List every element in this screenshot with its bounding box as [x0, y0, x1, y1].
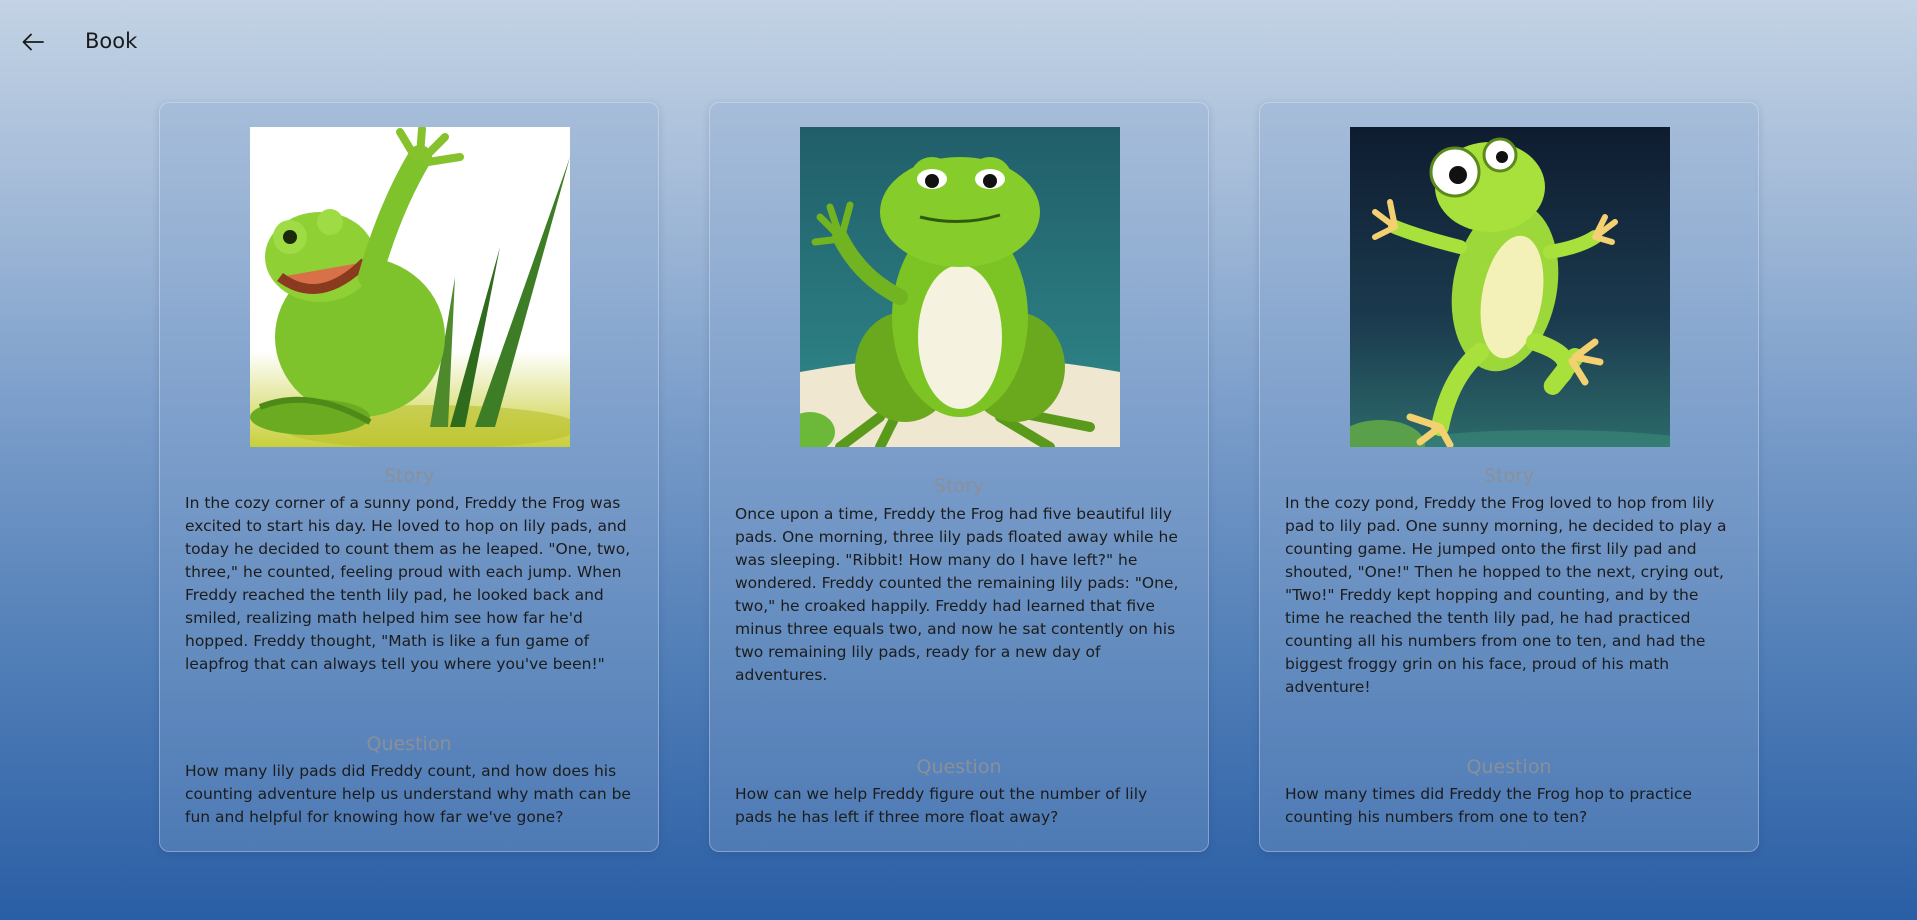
story-card-1: Story In the cozy corner of a sunny pond… — [159, 102, 659, 852]
question-heading: Question — [916, 756, 1002, 778]
question-text: How many lily pads did Freddy count, and… — [185, 762, 631, 826]
back-button[interactable] — [14, 26, 52, 58]
story-card-3: Story In the cozy pond, Freddy the Frog … — [1259, 102, 1759, 852]
question-heading: Question — [1466, 756, 1552, 778]
story-text: Once upon a time, Freddy the Frog had fi… — [735, 505, 1179, 684]
story-heading: Story — [383, 465, 435, 487]
story-text: In the cozy pond, Freddy the Frog loved … — [1285, 494, 1727, 696]
story-text: In the cozy corner of a sunny pond, Fred… — [185, 494, 631, 673]
question-heading: Question — [366, 733, 452, 755]
story-image-3 — [1350, 127, 1670, 447]
frog-sitting-illustration — [800, 127, 1120, 447]
question-text: How can we help Freddy figure out the nu… — [735, 785, 1148, 826]
question-text: How many times did Freddy the Frog hop t… — [1285, 785, 1692, 826]
story-heading: Story — [933, 475, 985, 497]
page-title: Book — [85, 29, 138, 53]
story-heading: Story — [1483, 465, 1535, 487]
arrow-left-icon — [22, 33, 44, 51]
story-image-2 — [800, 127, 1120, 447]
story-image-1 — [250, 127, 570, 447]
title-bar: Book — [0, 0, 1917, 84]
frog-jumping-illustration — [1350, 127, 1670, 447]
frog-waving-illustration — [250, 127, 570, 447]
story-card-2: Story Once upon a time, Freddy the Frog … — [709, 102, 1209, 852]
